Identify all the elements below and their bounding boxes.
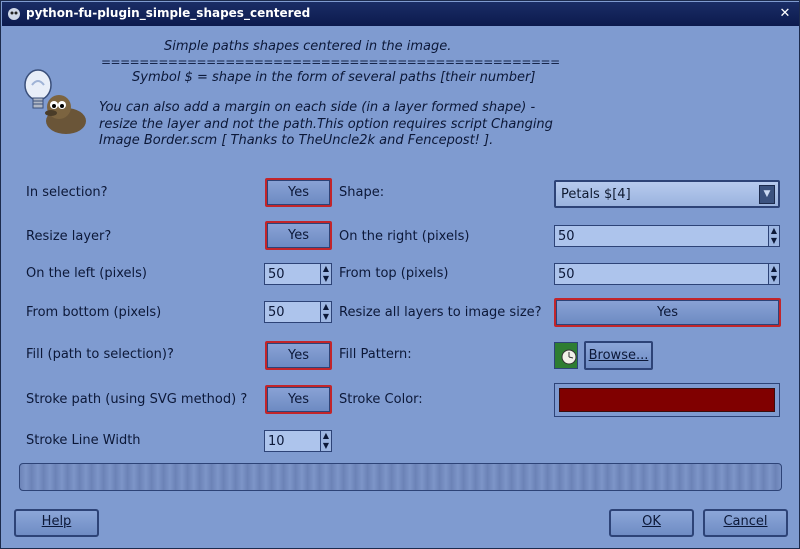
window-title: python-fu-plugin_simple_shapes_centered	[26, 6, 311, 20]
from-top-label: From top (pixels)	[339, 266, 449, 281]
from-bottom-spinbox[interactable]: 50 ▲ ▼	[264, 301, 332, 323]
browse-label: Browse...	[588, 348, 649, 363]
fill-pattern-label: Fill Pattern:	[339, 347, 412, 362]
shape-label: Shape:	[339, 185, 385, 200]
on-right-value: 50	[558, 229, 575, 244]
fill-toggle[interactable]: Yes	[265, 341, 332, 370]
fill-label: Fill (path to selection)?	[26, 347, 174, 362]
pattern-image	[555, 343, 577, 368]
from-bottom-label: From bottom (pixels)	[26, 305, 162, 320]
header-line4: resize the layer and not the path.This o…	[99, 117, 553, 132]
on-left-spinbox[interactable]: 50 ▲ ▼	[264, 263, 332, 285]
close-icon[interactable]: ✕	[777, 6, 793, 22]
dialog-window: python-fu-plugin_simple_shapes_centered …	[0, 0, 800, 549]
browse-button[interactable]: Browse...	[584, 341, 653, 370]
pattern-preview-icon[interactable]	[554, 342, 578, 369]
help-label: Help	[41, 514, 72, 529]
on-left-label: On the left (pixels)	[26, 266, 147, 281]
ok-button[interactable]: OK	[609, 509, 694, 537]
spin-arrows-icon[interactable]: ▲ ▼	[768, 225, 780, 247]
stroke-width-label: Stroke Line Width	[26, 433, 141, 448]
shape-dropdown[interactable]: Petals $[4] ▼	[554, 180, 780, 208]
on-right-label: On the right (pixels)	[339, 229, 470, 244]
stroke-color-swatch	[559, 388, 775, 412]
header-line5: Image Border.scm [ Thanks to TheUncle2k …	[99, 133, 494, 148]
help-button[interactable]: Help	[14, 509, 99, 537]
stroke-width-value: 10	[268, 434, 285, 449]
header-separator: ========================================…	[101, 55, 560, 69]
spin-arrows-icon[interactable]: ▲ ▼	[320, 263, 332, 285]
stroke-width-spinbox[interactable]: 10 ▲ ▼	[264, 430, 332, 452]
in-selection-label: In selection?	[26, 185, 108, 200]
cancel-button[interactable]: Cancel	[703, 509, 788, 537]
spin-arrows-icon[interactable]: ▲ ▼	[320, 301, 332, 323]
resize-layer-toggle[interactable]: Yes	[265, 221, 332, 250]
chevron-down-icon[interactable]: ▼	[759, 185, 775, 204]
resize-layer-label: Resize layer?	[26, 229, 112, 244]
header-line1: Simple paths shapes centered in the imag…	[164, 39, 452, 54]
gimp-app-icon	[8, 8, 20, 20]
stroke-color-label: Stroke Color:	[339, 392, 423, 407]
from-bottom-value: 50	[268, 305, 285, 320]
progress-bar	[19, 463, 782, 491]
spin-arrows-icon[interactable]: ▲ ▼	[768, 263, 780, 285]
header-line3: You can also add a margin on each side (…	[99, 100, 536, 115]
on-right-spinbox[interactable]: 50 ▲ ▼	[554, 225, 780, 247]
resize-all-label: Resize all layers to image size?	[339, 305, 542, 320]
from-top-spinbox[interactable]: 50 ▲ ▼	[554, 263, 780, 285]
stroke-color-button[interactable]	[554, 383, 780, 417]
stroke-path-toggle[interactable]: Yes	[265, 385, 332, 414]
stroke-path-label: Stroke path (using SVG method) ?	[26, 392, 248, 407]
shape-value: Petals $[4]	[561, 187, 631, 202]
gimp-mascot-icon	[24, 69, 86, 134]
on-left-value: 50	[268, 267, 285, 282]
in-selection-toggle[interactable]: Yes	[265, 178, 332, 207]
title-bar: python-fu-plugin_simple_shapes_centered …	[2, 2, 799, 26]
spin-arrows-icon[interactable]: ▲ ▼	[320, 430, 332, 452]
cancel-label: Cancel	[723, 514, 768, 529]
resize-all-toggle[interactable]: Yes	[554, 298, 781, 327]
from-top-value: 50	[558, 267, 575, 282]
header-line2: Symbol $ = shape in the form of several …	[132, 70, 536, 85]
ok-label: OK	[642, 514, 661, 529]
